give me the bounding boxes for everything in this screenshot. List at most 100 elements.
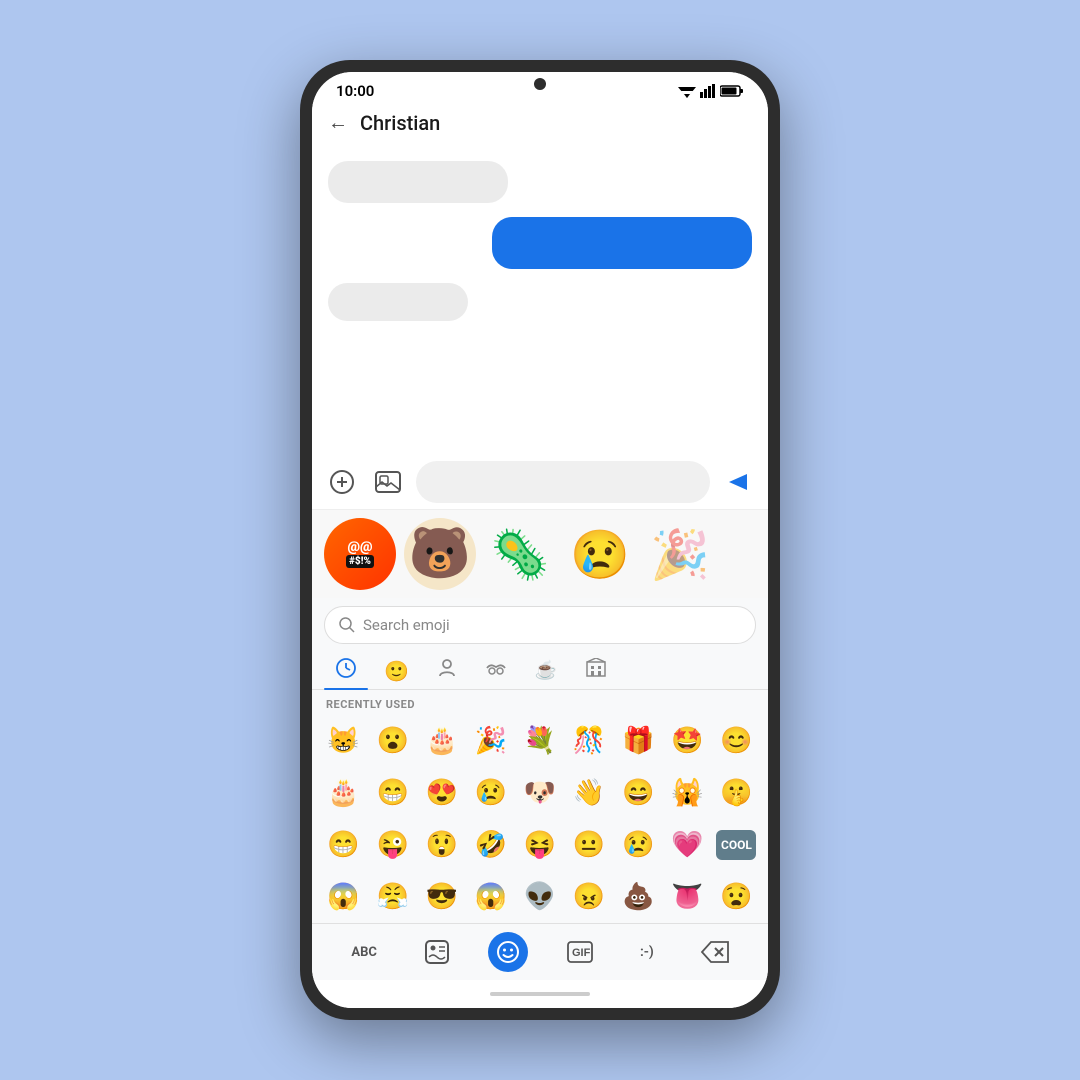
contact-name: Christian (360, 111, 440, 135)
phone-screen: 10:00 (312, 72, 768, 1008)
emoji-grid-row4: 😱 😤 😎 😱 👽 😠 💩 👅 😧 (312, 871, 768, 923)
emoji-anguished[interactable]: 😧 (713, 875, 760, 919)
cool-label: COOL (716, 830, 756, 860)
emoji-tongue[interactable]: 👅 (664, 875, 711, 919)
message-input[interactable] (416, 461, 710, 503)
emoji-waving[interactable]: 👋 (566, 771, 613, 815)
battery-icon (720, 84, 744, 98)
emoji-smiling[interactable]: 😊 (713, 719, 760, 763)
handshake-icon (485, 658, 507, 678)
emoji-active-icon (496, 940, 520, 964)
building-icon (585, 658, 607, 678)
chat-area (312, 145, 768, 455)
emoji-rofl[interactable]: 🤣 (467, 823, 514, 867)
recently-used-label: RECENTLY USED (312, 690, 768, 715)
message-bubble-received-2 (328, 283, 468, 321)
notch (534, 78, 546, 90)
tab-food[interactable]: ☕ (523, 654, 569, 687)
emoji-category-tabs: 🙂 ☕ (312, 652, 768, 690)
emoji-party-popper[interactable]: 🎉 (467, 719, 514, 763)
emoji-open-mouth[interactable]: 😱 (467, 875, 514, 919)
sticker-item-1[interactable]: @@ #$!% (324, 518, 396, 590)
send-icon (727, 472, 749, 492)
home-bar (490, 992, 590, 996)
input-row (312, 455, 768, 509)
tab-activities[interactable] (573, 652, 619, 689)
message-bubble-received-1 (328, 161, 508, 203)
tab-people[interactable] (425, 652, 469, 689)
tab-recent[interactable] (324, 652, 368, 689)
wifi-icon (678, 84, 696, 98)
clock-icon (336, 658, 356, 678)
sticker-item-3[interactable]: 🦠 (484, 518, 556, 590)
emoji-scream[interactable]: 😱 (320, 875, 367, 919)
emoji-grin[interactable]: 😁 (369, 771, 416, 815)
emoji-bouquet[interactable]: 💐 (516, 719, 563, 763)
emoji-cool-badge[interactable]: COOL (713, 823, 760, 867)
media-icon (375, 471, 401, 493)
kb-emoji-button[interactable] (488, 932, 528, 972)
emoji-scream-cat[interactable]: 🙀 (664, 771, 711, 815)
emoji-confetti[interactable]: 🎊 (566, 719, 613, 763)
emoji-beaming[interactable]: 😁 (320, 823, 367, 867)
emoji-poop[interactable]: 💩 (615, 875, 662, 919)
tab-animals[interactable] (473, 652, 519, 689)
status-icons (678, 84, 744, 98)
tab-smileys[interactable]: 🙂 (372, 653, 421, 689)
emoji-grinning-cat[interactable]: 😸 (320, 719, 367, 763)
emoji-crying[interactable]: 😢 (467, 771, 514, 815)
emoji-squinting-tongue[interactable]: 😝 (516, 823, 563, 867)
emoji-heart-pink[interactable]: 💗 (664, 823, 711, 867)
kb-delete-button[interactable] (693, 935, 737, 969)
gif-icon: GIF (567, 941, 593, 963)
emoji-grinning[interactable]: 😄 (615, 771, 662, 815)
top-bar: ← Christian (312, 104, 768, 145)
emoji-puppy[interactable]: 🐶 (516, 771, 563, 815)
search-icon (339, 617, 355, 633)
emoji-grid-row1: 😸 😮 🎂 🎉 💐 🎊 🎁 🤩 😊 (312, 715, 768, 767)
emoji-astonished[interactable]: 😲 (418, 823, 465, 867)
home-indicator (312, 980, 768, 1008)
signal-icon (700, 84, 716, 98)
person-icon (437, 658, 457, 678)
emoji-birthday-cake[interactable]: 🎂 (418, 719, 465, 763)
emoji-crying-2[interactable]: 😢 (615, 823, 662, 867)
emoji-shushing[interactable]: 🤫 (713, 771, 760, 815)
kb-abc-button[interactable]: ABC (343, 939, 385, 966)
emoji-cake[interactable]: 🎂 (320, 771, 367, 815)
emoji-heart-eyes[interactable]: 😍 (418, 771, 465, 815)
keyboard-bottom-bar: ABC (312, 923, 768, 980)
message-bubble-sent (492, 217, 752, 269)
add-button[interactable] (324, 464, 360, 500)
emoji-grid-row3: 😁 😜 😲 🤣 😝 😐 😢 💗 COOL (312, 819, 768, 871)
kb-emoticon-button[interactable]: :-) (632, 938, 662, 966)
kb-gif-button[interactable]: GIF (559, 935, 601, 969)
sticker-icon (424, 939, 450, 965)
emoji-star-struck[interactable]: 🤩 (664, 719, 711, 763)
emoji-keyboard: Search emoji 🙂 (312, 598, 768, 923)
sticker-strip: @@ #$!% 🐻 🦠 😢 🎉 (312, 509, 768, 598)
emoji-neutral[interactable]: 😐 (566, 823, 613, 867)
sticker-item-4[interactable]: 😢 (564, 518, 636, 590)
emoji-search-row: Search emoji (312, 598, 768, 652)
send-button[interactable] (720, 464, 756, 500)
emoji-angry[interactable]: 😤 (369, 875, 416, 919)
emoji-alien[interactable]: 👽 (516, 875, 563, 919)
media-button[interactable] (370, 464, 406, 500)
svg-text:GIF: GIF (572, 947, 591, 959)
phone-frame: 10:00 (300, 60, 780, 1020)
emoji-sunglasses[interactable]: 😎 (418, 875, 465, 919)
emoji-pouting[interactable]: 😠 (566, 875, 613, 919)
emoji-gift[interactable]: 🎁 (615, 719, 662, 763)
emoji-grid-row2: 🎂 😁 😍 😢 🐶 👋 😄 🙀 🤫 (312, 767, 768, 819)
emoji-search-box[interactable]: Search emoji (324, 606, 756, 644)
status-time: 10:00 (336, 82, 374, 100)
kb-sticker-button[interactable] (416, 933, 458, 971)
emoji-hushed[interactable]: 😮 (369, 719, 416, 763)
sticker-item-2[interactable]: 🐻 (404, 518, 476, 590)
back-button[interactable]: ← (328, 110, 348, 135)
search-placeholder: Search emoji (363, 616, 450, 634)
sticker-item-5[interactable]: 🎉 (644, 518, 716, 590)
emoji-stuck-out-tongue[interactable]: 😜 (369, 823, 416, 867)
add-icon (330, 470, 354, 494)
